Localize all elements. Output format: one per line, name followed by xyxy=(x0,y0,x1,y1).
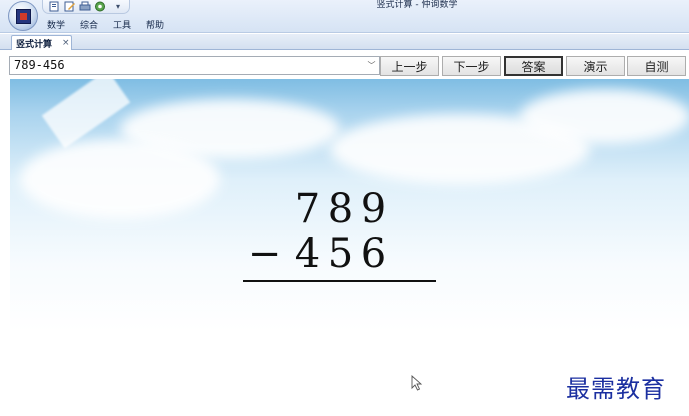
vertical-calculation: 7 8 9 − 4 5 6 xyxy=(238,187,438,282)
tab-vertical-calculation[interactable]: 竖式计算 × xyxy=(11,35,72,50)
answer-button[interactable]: 答案 xyxy=(504,56,563,76)
edit-icon[interactable] xyxy=(63,1,76,12)
expression-value: 789-456 xyxy=(14,58,65,72)
help-circle-icon[interactable] xyxy=(93,1,106,12)
left-margin xyxy=(0,79,10,416)
next-step-button[interactable]: 下一步 xyxy=(442,56,501,76)
watermark: 最需教育 xyxy=(566,375,666,403)
minuend-digit: 9 xyxy=(360,186,387,232)
title-bar: 竖式计算 - 仲询数学 ▾ 数学 综合 工具 帮助 xyxy=(0,0,689,33)
new-icon[interactable] xyxy=(48,1,61,12)
subtrahend-row: − 4 5 6 xyxy=(238,232,438,277)
menu-item-general[interactable]: 综合 xyxy=(79,17,99,32)
chevron-down-icon[interactable]: ﹀ xyxy=(365,58,378,73)
self-test-button[interactable]: 自测 xyxy=(627,56,686,76)
cloud xyxy=(20,139,220,219)
subtrahend-digit: 5 xyxy=(327,231,354,277)
tab-label: 竖式计算 xyxy=(16,39,53,50)
document-tab-strip: 竖式计算 × xyxy=(0,34,689,50)
minuend-digit: 8 xyxy=(327,186,354,232)
quick-access-toolbar: ▾ xyxy=(42,0,130,14)
decorative-paper xyxy=(41,79,131,149)
toolbar: 789-456 ﹀ 上一步 下一步 答案 演示 自测 xyxy=(0,52,689,79)
subtrahend-digit: 4 xyxy=(294,231,321,277)
application-menu-button[interactable] xyxy=(8,1,38,31)
cloud xyxy=(520,89,689,144)
minuend-row: 7 8 9 xyxy=(238,187,438,232)
mouse-cursor-icon xyxy=(411,375,423,391)
print-icon[interactable] xyxy=(78,1,91,12)
menu-item-help[interactable]: 帮助 xyxy=(145,17,165,32)
minuend-digit: 7 xyxy=(294,186,321,232)
minus-operator: − xyxy=(247,231,282,277)
subtrahend-digit: 6 xyxy=(360,231,387,277)
menu-item-tools[interactable]: 工具 xyxy=(112,17,132,32)
demo-button[interactable]: 演示 xyxy=(566,56,625,76)
menu-item-math[interactable]: 数学 xyxy=(46,17,66,32)
ribbon-menu: 数学 综合 工具 帮助 xyxy=(46,17,165,32)
previous-step-button[interactable]: 上一步 xyxy=(380,56,439,76)
calculation-canvas: 7 8 9 − 4 5 6 最需教育 xyxy=(0,79,689,416)
expression-combobox[interactable]: 789-456 ﹀ xyxy=(9,56,380,75)
result-line xyxy=(243,280,436,282)
app-logo-icon xyxy=(15,8,31,24)
close-icon[interactable]: × xyxy=(62,38,70,48)
customize-qat-icon[interactable]: ▾ xyxy=(112,1,124,12)
